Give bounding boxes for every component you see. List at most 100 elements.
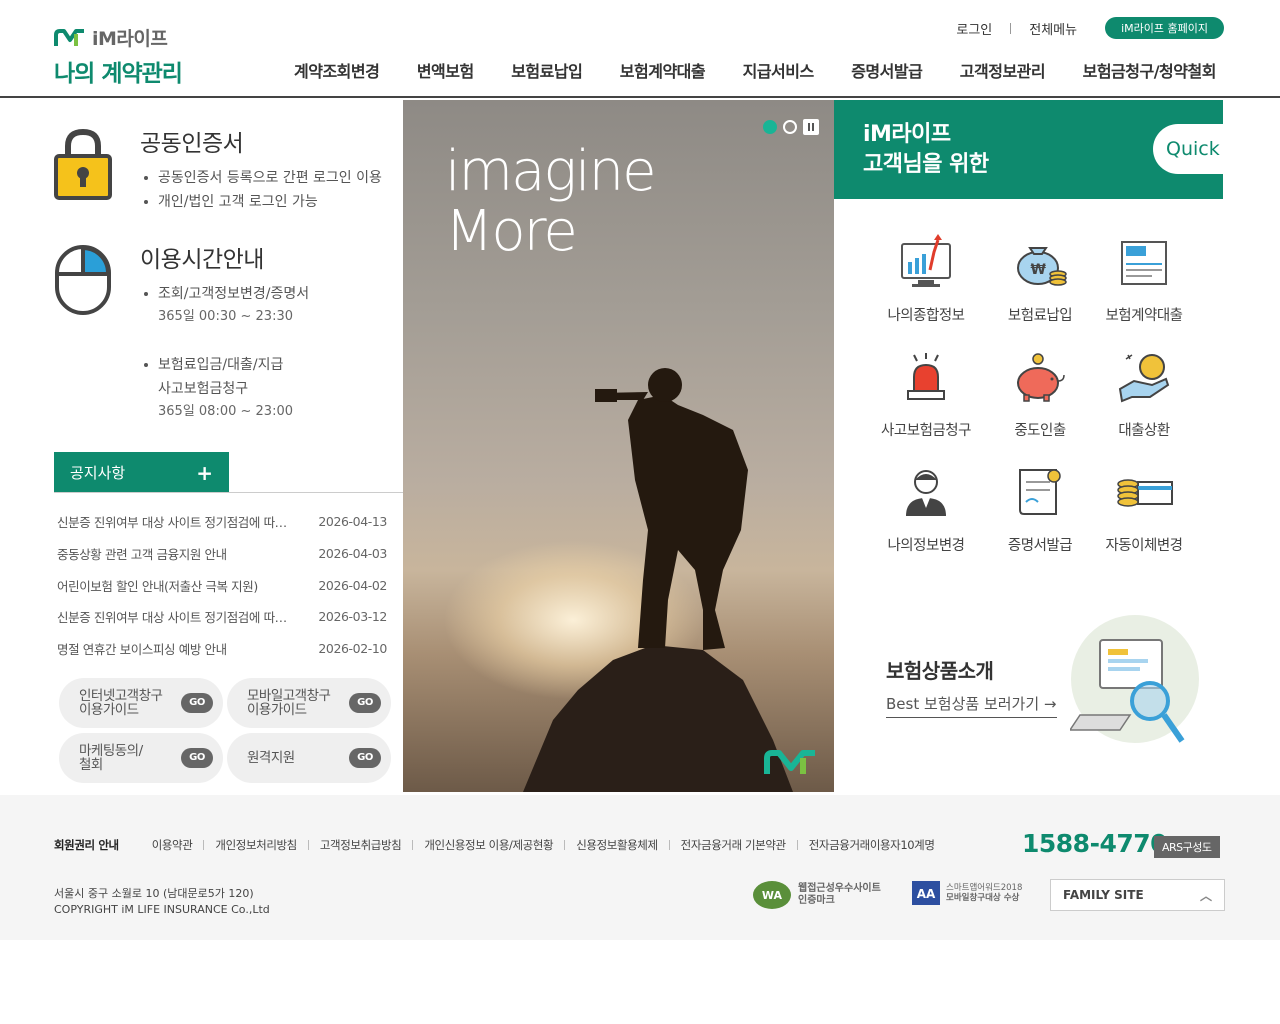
- banner-line-1: imagine: [445, 139, 657, 204]
- quick-item-label: 중도인출: [1014, 423, 1066, 439]
- footer-link[interactable]: 회원권리 안내: [54, 837, 141, 853]
- footer-link[interactable]: 전자금융거래이용자10계명: [798, 837, 946, 853]
- notice-list: 신분증 진위여부 대상 사이트 정기점검에 따른 서비스 일시 중단 안내 202…: [57, 506, 387, 664]
- nav-item-claim[interactable]: 보험금청구/청약철회: [1069, 58, 1230, 82]
- notice-title[interactable]: 명절 연휴간 보이스피싱 예방 안내: [57, 639, 293, 658]
- nav-item-certificate[interactable]: 증명서발급: [837, 58, 936, 82]
- notice-title[interactable]: 중동상황 관련 고객 금융지원 안내: [57, 544, 293, 563]
- footer-link[interactable]: 이용약관: [141, 837, 204, 853]
- company-address: 서울시 중구 소월로 10 (남대문로5가 120) COPYRIGHT iM …: [54, 887, 270, 916]
- quick-item-label: 보험계약대출: [1105, 308, 1183, 324]
- divider: [54, 492, 403, 493]
- footer-link[interactable]: 고객정보취급방침: [309, 837, 412, 853]
- utility-nav: 로그인 전체메뉴 iM라이프 홈페이지: [938, 17, 1224, 39]
- monitor-chart-icon: [901, 234, 951, 287]
- hours-time: 365일 00:30 ~ 23:30: [158, 309, 293, 324]
- footer-link[interactable]: 전자금융거래 기본약관: [670, 837, 797, 853]
- certificate-icon: [1019, 469, 1061, 515]
- cert-list: 공동인증서 등록으로 간편 로그인 이용 개인/법인 고객 로그인 가능: [142, 166, 402, 214]
- quick-item-repay[interactable]: 대출상환: [1089, 345, 1199, 440]
- quick-item-loan[interactable]: 보험계약대출: [1089, 230, 1199, 325]
- notice-title[interactable]: 신분증 진위여부 대상 사이트 정기점검에 따른 서비스 일시 중단 안내: [57, 512, 293, 531]
- hours-title: 이용시간안내: [140, 247, 264, 273]
- mobile-guide-button[interactable]: 모바일고객창구 이용가이드 GO: [227, 678, 391, 728]
- notice-item[interactable]: 신분증 진위여부 대상 사이트 정기점검에 따른 서비스 일시 중단 안내 202…: [57, 506, 387, 538]
- carousel-dot-1[interactable]: [763, 120, 777, 134]
- notice-item[interactable]: 어린이보험 할인 안내(저출산 극복 지원) 2026-04-02: [57, 569, 387, 601]
- marketing-consent-button[interactable]: 마케팅동의/철회 GO: [59, 733, 223, 783]
- padlock-icon: [54, 128, 112, 200]
- notice-item[interactable]: 신분증 진위여부 대상 사이트 정기점검에 따른 서비스 일시 중단 안내 202…: [57, 601, 387, 633]
- pause-icon[interactable]: [803, 119, 819, 135]
- quick-button[interactable]: Quick: [1153, 124, 1233, 174]
- quick-item-label: 증명서발급: [1007, 538, 1073, 554]
- quick-item-withdraw[interactable]: 중도인출: [985, 345, 1095, 440]
- notice-tab[interactable]: 공지사항 +: [54, 452, 229, 493]
- homepage-button[interactable]: iM라이프 홈페이지: [1105, 17, 1224, 39]
- main-nav: 계약조회변경 변액보험 보험료납입 보험계약대출 지급서비스 증명서발급 고객정…: [280, 58, 1230, 82]
- login-link[interactable]: 로그인: [938, 19, 1010, 38]
- product-promo: 보험상품소개 Best 보험상품 보러가기 →: [886, 655, 1057, 718]
- carousel-dot-2[interactable]: [783, 120, 797, 134]
- plus-icon[interactable]: +: [196, 461, 213, 485]
- family-site-label: FAMILY SITE: [1063, 888, 1144, 902]
- list-item: 보험료입금/대출/지급 사고보험금청구 365일 08:00 ~ 23:00: [142, 353, 402, 424]
- coin-card-icon: [1117, 479, 1173, 507]
- quick-item-label: 대출상환: [1118, 423, 1170, 439]
- computer-magnifier-icon: [1070, 615, 1199, 743]
- wa-badge-icon: WA: [753, 881, 791, 909]
- notice-item[interactable]: 명절 연휴간 보이스피싱 예방 안내 2026-02-10: [57, 633, 387, 665]
- site-header: iM라이프 나의 계약관리 로그인 전체메뉴 iM라이프 홈페이지 계약조회변경…: [0, 0, 1280, 98]
- family-site-select[interactable]: FAMILY SITE ︿: [1050, 879, 1225, 911]
- quick-item-premium[interactable]: ₩ 보험료납입: [985, 230, 1095, 325]
- cert-title: 공동인증서: [140, 131, 244, 157]
- nav-item-payment[interactable]: 지급서비스: [729, 58, 828, 82]
- list-item: 조회/고객정보변경/증명서 365일 00:30 ~ 23:30: [142, 282, 402, 329]
- banner-headline: imagine More: [445, 139, 657, 264]
- svg-text:₩: ₩: [1031, 262, 1047, 278]
- svg-text:WA: WA: [762, 889, 783, 902]
- banner-line-2: More: [445, 199, 578, 264]
- notice-title[interactable]: 어린이보험 할인 안내(저출산 극복 지원): [57, 576, 293, 595]
- quick-item-summary[interactable]: 나의종합정보: [871, 230, 981, 325]
- footer-link[interactable]: 신용정보활용체제: [565, 837, 668, 853]
- all-menu-link[interactable]: 전체메뉴: [1011, 19, 1095, 38]
- hours-label: 사고보험금청구: [158, 381, 249, 397]
- mouse-icon: [55, 245, 111, 315]
- footer-link[interactable]: 개인신용정보 이용/제공현황: [413, 837, 564, 853]
- nav-item-loan[interactable]: 보험계약대출: [606, 58, 719, 82]
- accessibility-cert: WA 웹접근성우수사이트 인증마크: [752, 879, 881, 911]
- site-title[interactable]: 나의 계약관리: [54, 54, 183, 88]
- footer-links: 회원권리 안내 이용약관 개인정보처리방침 고객정보취급방침 개인신용정보 이용…: [54, 837, 946, 853]
- quick-title: iM라이프 고객님을 위한: [863, 122, 989, 177]
- nav-item-variable[interactable]: 변액보험: [403, 58, 488, 82]
- person-icon: [906, 470, 946, 516]
- app-award-cert: AA 스마트앱어워드2018 모바일창구대상 수상: [912, 881, 1022, 905]
- hours-list-2: 보험료입금/대출/지급 사고보험금청구 365일 08:00 ~ 23:00: [142, 353, 402, 424]
- svg-text:AA: AA: [917, 887, 936, 901]
- phone-number: 1588-4770: [1022, 829, 1168, 858]
- ars-button[interactable]: ARS구성도: [1154, 836, 1220, 858]
- quick-item-autopay[interactable]: 자동이체변경: [1089, 460, 1199, 555]
- notice-item[interactable]: 중동상황 관련 고객 금융지원 안내 2026-04-03: [57, 538, 387, 570]
- notice-title[interactable]: 신분증 진위여부 대상 사이트 정기점검에 따른 서비스 일시 중단 안내: [57, 607, 293, 626]
- money-bag-icon: ₩: [1017, 247, 1067, 286]
- quick-item-certificate[interactable]: 증명서발급: [985, 460, 1095, 555]
- brand-logo[interactable]: iM라이프: [54, 24, 168, 51]
- remote-support-button[interactable]: 원격지원 GO: [227, 733, 391, 783]
- im-logo-icon: [764, 750, 815, 774]
- promo-title: 보험상품소개: [886, 659, 994, 683]
- nav-item-contract[interactable]: 계약조회변경: [280, 58, 393, 82]
- nav-item-customer-info[interactable]: 고객정보관리: [946, 58, 1059, 82]
- main-banner[interactable]: imagine More: [403, 100, 834, 792]
- internet-guide-button[interactable]: 인터넷고객창구 이용가이드 GO: [59, 678, 223, 728]
- guide-label: 모바일고객창구 이용가이드: [247, 688, 331, 718]
- guide-label: 원격지원: [247, 750, 295, 766]
- hours-list: 조회/고객정보변경/증명서 365일 00:30 ~ 23:30: [142, 282, 402, 329]
- footer-link[interactable]: 개인정보처리방침: [204, 837, 307, 853]
- nav-item-premium[interactable]: 보험료납입: [497, 58, 596, 82]
- promo-link[interactable]: Best 보험상품 보러가기 →: [886, 693, 1057, 718]
- hours-label: 조회/고객정보변경/증명서: [158, 286, 310, 302]
- quick-item-claim[interactable]: 사고보험금청구: [871, 345, 981, 440]
- quick-item-myinfo[interactable]: 나의정보변경: [871, 460, 981, 555]
